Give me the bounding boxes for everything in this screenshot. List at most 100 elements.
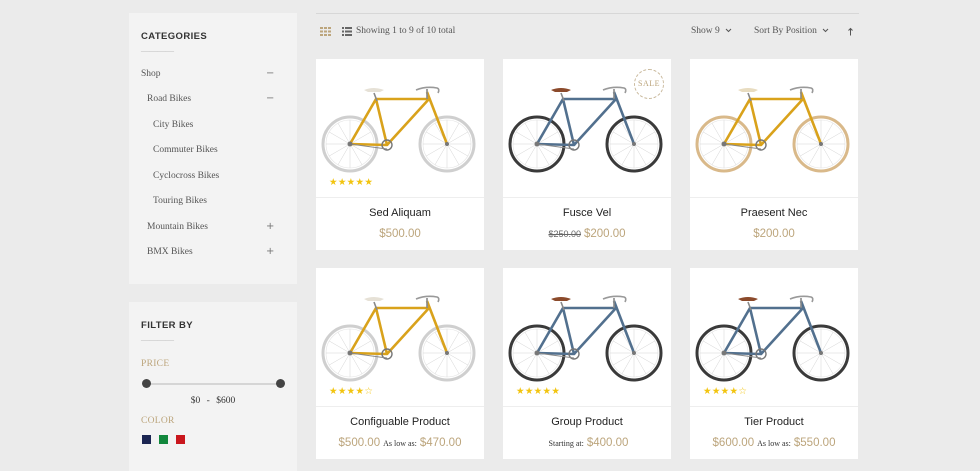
- arrow-up-icon[interactable]: [848, 27, 853, 39]
- price-min-value: $0: [190, 396, 201, 406]
- category-item[interactable]: City Bikes: [153, 120, 193, 130]
- rating-stars: ★★★★☆: [703, 386, 747, 397]
- product-card[interactable]: SALE Fusce Vel $250.00 $200.00: [503, 59, 671, 250]
- category-item[interactable]: BMX Bikes: [147, 247, 193, 257]
- category-item[interactable]: Mountain Bikes: [147, 222, 208, 232]
- product-card[interactable]: ★★★★☆ Configuable Product $500.00 As low as…: [316, 268, 484, 459]
- category-item[interactable]: Commuter Bikes: [153, 145, 218, 155]
- sorter-control[interactable]: Sort By Position: [754, 26, 829, 36]
- product-card[interactable]: ★★★★☆ Tier Product $600.00 As low as: $550.0…: [690, 268, 858, 459]
- expand-icon[interactable]: +: [266, 221, 274, 232]
- chevron-down-icon: [819, 26, 829, 36]
- star-filled-icon: ★: [729, 386, 739, 397]
- rating-stars: ★★★★★: [329, 177, 373, 188]
- rating-stars: ★★★★★: [516, 386, 560, 397]
- as-low-as-label: As low as:: [757, 439, 791, 448]
- price-box: $250.00 $200.00: [503, 224, 671, 242]
- chevron-down-icon: [722, 26, 732, 36]
- card-divider: [503, 197, 671, 198]
- star-empty-icon: ☆: [364, 386, 374, 397]
- product-name[interactable]: Configuable Product: [316, 416, 484, 428]
- sale-badge: SALE: [634, 69, 664, 99]
- product-image[interactable]: [690, 59, 858, 197]
- toolbar-amount: Showing 1 to 9 of 10 total: [356, 26, 456, 36]
- limiter-label: Show: [691, 26, 713, 36]
- category-item[interactable]: Shop: [141, 69, 161, 79]
- categories-panel: CATEGORIES ———— Shop − Road Bikes − City Bik…: [129, 13, 297, 284]
- star-filled-icon: ★: [364, 177, 374, 188]
- product-name[interactable]: Fusce Vel: [503, 207, 671, 219]
- product-price: $500.00: [379, 228, 421, 240]
- price-box: $500.00: [316, 224, 484, 242]
- star-filled-icon: ★: [329, 177, 338, 188]
- price-label: PRICE: [141, 359, 170, 369]
- limiter-control[interactable]: Show 9: [691, 26, 732, 36]
- bicycle-image[interactable]: [690, 59, 858, 197]
- product-card[interactable]: ★★★★★ Sed Aliquam $500.00: [316, 59, 484, 250]
- categories-title: CATEGORIES: [141, 31, 208, 42]
- sorter-label: Sort By: [754, 26, 784, 36]
- product-price: $200.00: [583, 228, 626, 240]
- star-filled-icon: ★: [524, 386, 534, 397]
- price-box: Starting at: $400.00: [503, 433, 671, 451]
- color-swatch[interactable]: [176, 435, 185, 444]
- price-range-readout: $0 - $600: [129, 396, 297, 406]
- limiter-value[interactable]: 9: [715, 26, 720, 36]
- filter-panel: FILTER BY ———— PRICE $0 - $600 COLOR: [129, 302, 297, 471]
- star-filled-icon: ★: [703, 386, 712, 397]
- star-empty-icon: ☆: [738, 386, 748, 397]
- old-price: $250.00: [548, 229, 581, 239]
- card-divider: [690, 197, 858, 198]
- product-name[interactable]: Tier Product: [690, 416, 858, 428]
- sorter-value[interactable]: Position: [786, 26, 817, 36]
- card-divider: [316, 406, 484, 407]
- product-name[interactable]: Praesent Nec: [690, 207, 858, 219]
- product-card[interactable]: ★★★★★ Group Product Starting at: $400.00: [503, 268, 671, 459]
- price-max-value: $600: [216, 396, 236, 406]
- star-filled-icon: ★: [355, 177, 365, 188]
- minimal-price: $470.00: [419, 437, 462, 449]
- price-slider-track[interactable]: [146, 383, 281, 385]
- product-price: $400.00: [586, 437, 629, 449]
- category-item[interactable]: Road Bikes: [147, 94, 191, 104]
- price-box: $500.00 As low as: $470.00: [316, 433, 484, 451]
- product-name[interactable]: Sed Aliquam: [316, 207, 484, 219]
- category-item[interactable]: Touring Bikes: [153, 196, 207, 206]
- collapse-icon[interactable]: −: [266, 93, 274, 104]
- star-filled-icon: ★: [516, 386, 525, 397]
- collapse-icon[interactable]: −: [266, 68, 274, 79]
- price-slider-max-handle[interactable]: [276, 379, 285, 388]
- star-filled-icon: ★: [355, 386, 365, 397]
- price-box: $600.00 As low as: $550.00: [690, 433, 858, 451]
- star-filled-icon: ★: [329, 386, 338, 397]
- color-swatch[interactable]: [142, 435, 151, 444]
- product-toolbar: Showing 1 to 9 of 10 total Show 9 Sort B…: [316, 26, 859, 40]
- card-divider: [690, 406, 858, 407]
- color-label: COLOR: [141, 416, 175, 426]
- star-filled-icon: ★: [542, 386, 552, 397]
- category-item[interactable]: Cyclocross Bikes: [153, 171, 219, 181]
- product-price: $200.00: [753, 228, 795, 240]
- product-price: $500.00: [338, 437, 381, 449]
- star-filled-icon: ★: [711, 386, 721, 397]
- star-filled-icon: ★: [551, 386, 561, 397]
- price-separator: -: [206, 396, 210, 406]
- filter-title: FILTER BY: [141, 320, 193, 331]
- color-swatch[interactable]: [159, 435, 168, 444]
- product-price: $600.00: [712, 437, 755, 449]
- toolbar-divider: [316, 13, 859, 14]
- grid-icon[interactable]: [320, 27, 331, 39]
- card-divider: [503, 406, 671, 407]
- price-slider-min-handle[interactable]: [142, 379, 151, 388]
- star-filled-icon: ★: [337, 177, 347, 188]
- rating-stars: ★★★★☆: [329, 386, 373, 397]
- product-name[interactable]: Group Product: [503, 416, 671, 428]
- title-divider: ————: [141, 46, 174, 56]
- price-prefix-label: Starting at:: [548, 439, 584, 448]
- product-card[interactable]: Praesent Nec $200.00: [690, 59, 858, 250]
- as-low-as-label: As low as:: [383, 439, 417, 448]
- list-icon[interactable]: [342, 27, 352, 39]
- expand-icon[interactable]: +: [266, 246, 274, 257]
- star-filled-icon: ★: [337, 386, 347, 397]
- price-box: $200.00: [690, 224, 858, 242]
